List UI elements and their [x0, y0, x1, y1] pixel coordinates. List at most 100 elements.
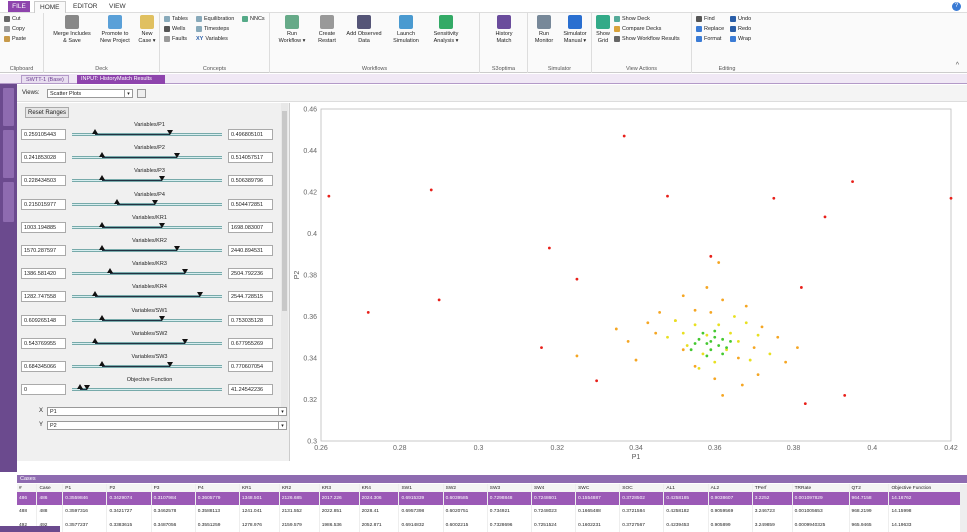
- scatter-point[interactable]: [756, 373, 760, 376]
- slider-min-field[interactable]: 0.543769955: [21, 337, 66, 349]
- tab-base-case[interactable]: SWTT-1 (Base): [21, 75, 69, 84]
- column-header[interactable]: SW2: [443, 484, 488, 492]
- slider-min-field[interactable]: 1003.194885: [21, 221, 66, 233]
- slider-high-handle[interactable]: [181, 338, 188, 344]
- paste-button[interactable]: Paste: [4, 35, 26, 43]
- slider-min-field[interactable]: 1282.747558: [21, 291, 66, 303]
- scatter-point[interactable]: [693, 342, 697, 345]
- scatter-point[interactable]: [736, 356, 740, 360]
- slider-high-handle[interactable]: [166, 362, 173, 367]
- slider-high-handle[interactable]: [174, 153, 180, 159]
- scatter-point[interactable]: [752, 346, 756, 350]
- scatter-point[interactable]: [721, 337, 725, 341]
- equilibration-button[interactable]: Equilibration: [196, 15, 234, 23]
- scatter-point[interactable]: [697, 337, 701, 341]
- slider-high-handle[interactable]: [166, 130, 173, 135]
- scatter-point[interactable]: [693, 364, 697, 368]
- column-header[interactable]: QT2: [849, 484, 890, 492]
- column-header[interactable]: P3: [151, 484, 196, 492]
- slider-high-handle[interactable]: [84, 385, 90, 391]
- scatter-point[interactable]: [748, 358, 752, 362]
- slider-high-handle[interactable]: [159, 315, 165, 321]
- wrap-button[interactable]: Wrap: [730, 35, 751, 43]
- slider-track[interactable]: [72, 314, 222, 322]
- scatter-point[interactable]: [823, 215, 827, 219]
- scatter-point[interactable]: [729, 331, 732, 335]
- edit-view-icon[interactable]: [137, 89, 146, 98]
- column-header[interactable]: SW1: [398, 484, 444, 492]
- run-monitor-button[interactable]: Run Monitor: [530, 15, 558, 45]
- run-workflow-button[interactable]: Run Workflow ▾: [274, 15, 310, 45]
- scatter-point[interactable]: [681, 348, 685, 352]
- scatter-point[interactable]: [725, 346, 728, 350]
- scatter-point[interactable]: [721, 393, 725, 397]
- slider-track[interactable]: [72, 268, 222, 276]
- scatter-point[interactable]: [705, 333, 709, 337]
- scatter-point[interactable]: [654, 331, 658, 335]
- column-header[interactable]: SWC: [575, 484, 621, 492]
- scatter-point[interactable]: [693, 308, 697, 312]
- slider-low-handle[interactable]: [99, 245, 105, 250]
- show-deck-button[interactable]: Show Deck: [614, 15, 650, 23]
- column-header[interactable]: SW3: [487, 484, 532, 492]
- compare-decks-button[interactable]: Compare Decks: [614, 25, 661, 33]
- slider-max-field[interactable]: 1698.083007: [228, 221, 273, 233]
- history-match-button[interactable]: History Match: [486, 15, 522, 45]
- replace-button[interactable]: Replace: [696, 25, 724, 33]
- filter-scrollbar[interactable]: [281, 103, 288, 426]
- slider-low-handle[interactable]: [106, 268, 113, 274]
- x-axis-select[interactable]: P1 ▾: [47, 407, 287, 416]
- scatter-point[interactable]: [705, 286, 709, 289]
- slider-track[interactable]: [72, 221, 222, 229]
- scatter-point[interactable]: [575, 277, 579, 281]
- scatter-point[interactable]: [705, 342, 709, 345]
- scatter-point[interactable]: [634, 358, 638, 362]
- slider-low-handle[interactable]: [91, 291, 98, 297]
- slider-max-field[interactable]: 41.24542236: [228, 384, 273, 396]
- help-icon[interactable]: ?: [952, 2, 961, 11]
- scatter-point[interactable]: [697, 366, 701, 370]
- scatter-point[interactable]: [709, 254, 713, 258]
- slider-track[interactable]: [72, 291, 222, 299]
- slider-low-handle[interactable]: [91, 337, 98, 343]
- slider-low-handle[interactable]: [99, 361, 105, 366]
- column-header[interactable]: TRRate: [792, 484, 850, 492]
- scatter-point[interactable]: [327, 194, 331, 198]
- scatter-point[interactable]: [768, 352, 772, 356]
- slider-max-field[interactable]: 0.504472851: [228, 198, 273, 210]
- slider-max-field[interactable]: 2440.894531: [228, 245, 273, 256]
- table-row[interactable]: 486 486 0.3559846 0.3429074 0.3107984 0.36057…: [17, 492, 961, 506]
- tables-button[interactable]: Tables: [164, 15, 188, 23]
- scatter-point[interactable]: [685, 344, 689, 347]
- scatter-point[interactable]: [729, 340, 732, 343]
- column-header[interactable]: Case: [36, 484, 64, 492]
- slider-max-field[interactable]: 0.677955269: [228, 337, 273, 349]
- slider-max-field[interactable]: 2544.728515: [228, 291, 273, 303]
- slider-low-handle[interactable]: [99, 221, 105, 227]
- merge-includes-button[interactable]: Merge Includes & Save: [50, 15, 94, 45]
- sensitivity-analysis-button[interactable]: Sensitivity Analysis ▾: [426, 15, 466, 45]
- column-header[interactable]: KR1: [239, 484, 280, 492]
- format-button[interactable]: Format: [696, 35, 721, 43]
- slider-min-field[interactable]: 0.228434503: [21, 175, 66, 187]
- slider-high-handle[interactable]: [174, 246, 180, 251]
- scatter-point[interactable]: [429, 188, 433, 192]
- column-header[interactable]: SW4: [531, 484, 577, 492]
- slider-low-handle[interactable]: [76, 384, 83, 390]
- slider-max-field[interactable]: 0.496805101: [228, 129, 273, 140]
- slider-high-handle[interactable]: [196, 292, 203, 298]
- slider-min-field[interactable]: 0.684345066: [21, 361, 66, 372]
- slider-high-handle[interactable]: [181, 269, 188, 275]
- side-tab-1[interactable]: [3, 88, 14, 126]
- collapse-ribbon-icon[interactable]: ^: [956, 62, 959, 69]
- scatter-point[interactable]: [736, 340, 740, 343]
- column-header[interactable]: P1: [62, 484, 108, 492]
- scatter-point[interactable]: [701, 352, 705, 356]
- slider-min-field[interactable]: 0.241853028: [21, 152, 66, 164]
- scatter-point[interactable]: [547, 246, 551, 250]
- scatter-point[interactable]: [803, 402, 807, 406]
- slider-min-field[interactable]: 1386.581420: [21, 268, 66, 280]
- scatter-point[interactable]: [701, 331, 705, 335]
- slider-high-handle[interactable]: [159, 222, 165, 228]
- slider-track[interactable]: [72, 198, 222, 206]
